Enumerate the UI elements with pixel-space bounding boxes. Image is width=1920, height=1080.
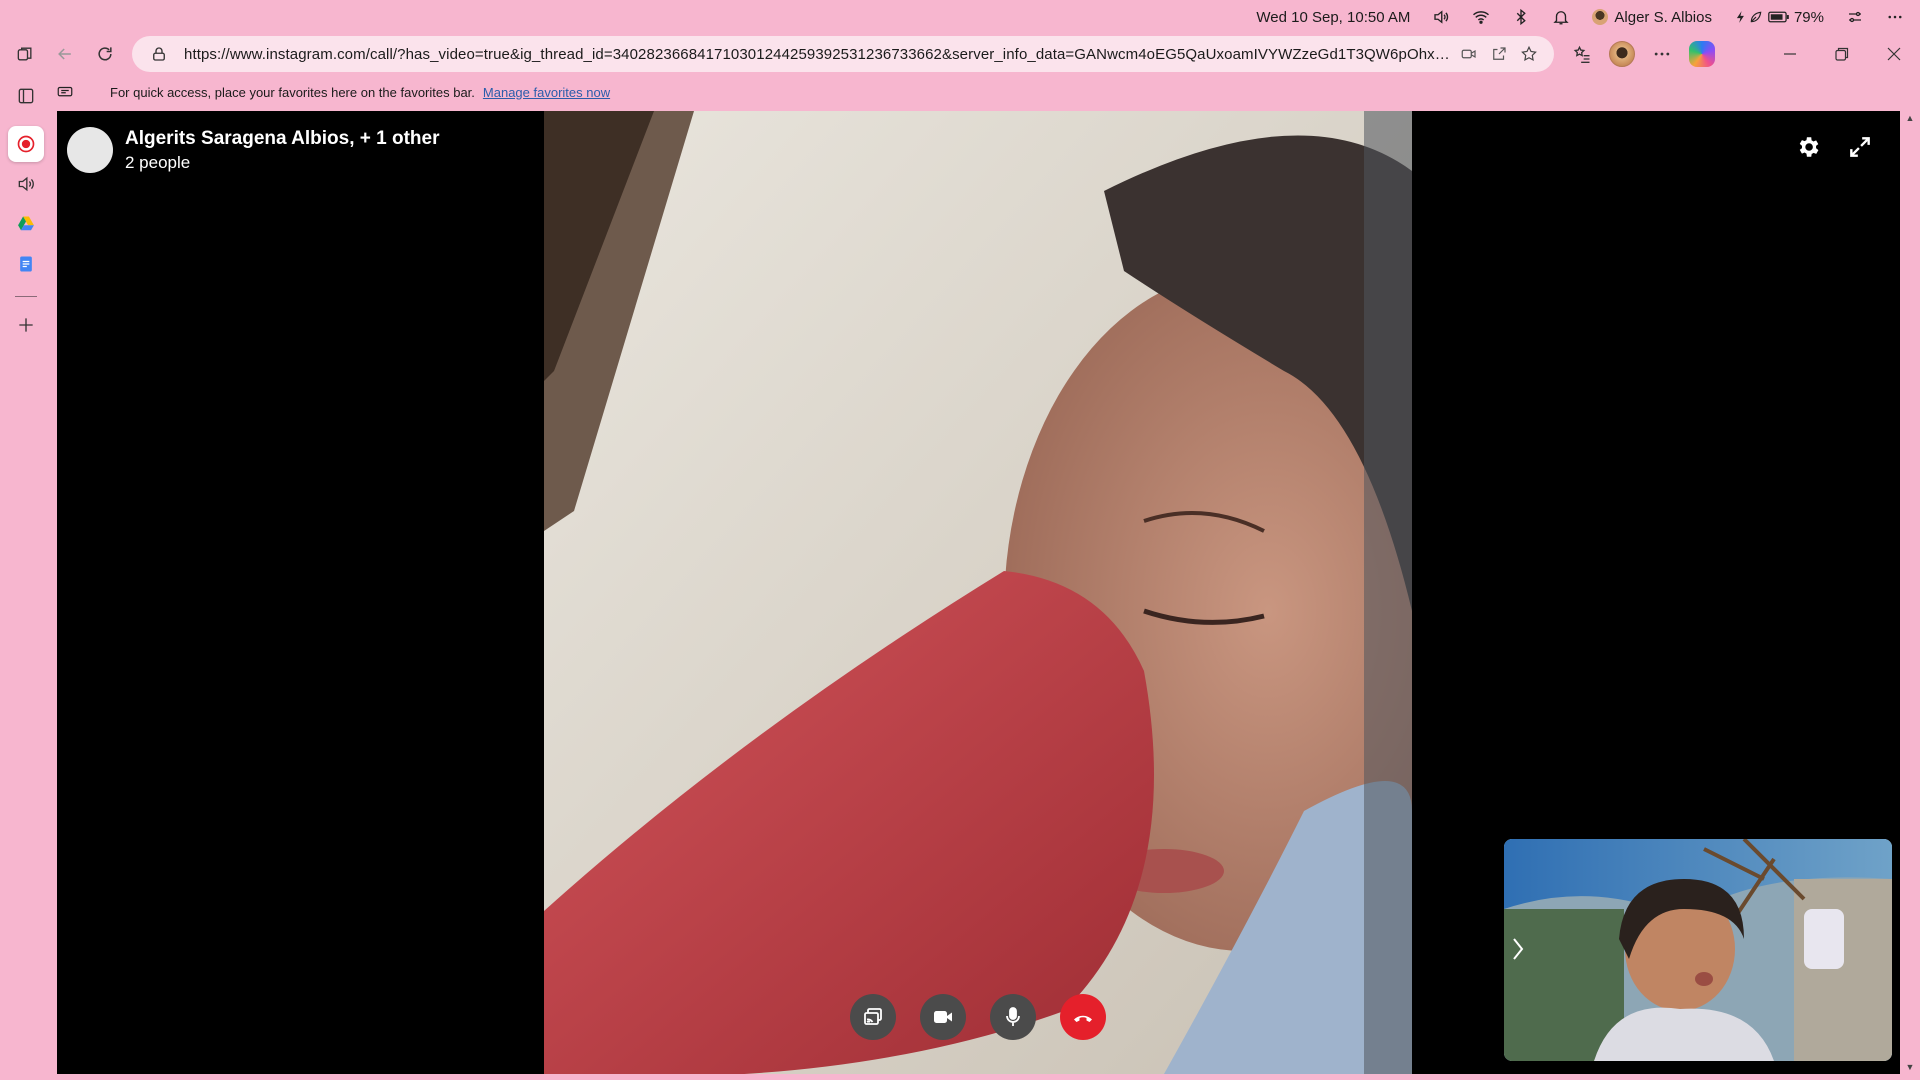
group-avatar [67, 127, 113, 173]
workspaces-icon[interactable] [7, 36, 43, 72]
page-scrollbar[interactable]: ▲ ▼ [1903, 111, 1917, 1074]
user-avatar [1592, 9, 1609, 25]
fullscreen-button[interactable] [1840, 127, 1880, 167]
datetime[interactable]: Wed 10 Sep, 10:50 AM [1256, 9, 1410, 26]
profile-avatar [1609, 41, 1635, 67]
sidebar-divider [15, 296, 37, 297]
scroll-up-arrow[interactable]: ▲ [1903, 111, 1917, 125]
call-settings-button[interactable] [1788, 127, 1828, 167]
sidebar-toggle-icon[interactable] [8, 78, 44, 114]
favorites-bar-message: For quick access, place your favorites h… [110, 84, 475, 100]
user-name: Alger S. Albios [1614, 8, 1712, 26]
charging-bolt-icon [1736, 11, 1744, 23]
battery-icon [1768, 11, 1789, 23]
scroll-down-arrow[interactable]: ▼ [1903, 1060, 1917, 1074]
self-video-frame [1504, 839, 1892, 1061]
camera-toggle-button[interactable] [920, 994, 966, 1040]
favorites-list-icon[interactable] [1562, 36, 1602, 72]
google-docs-icon [20, 256, 32, 272]
user-account[interactable]: Alger S. Albios [1592, 9, 1712, 26]
sidebar-item-docs[interactable] [8, 246, 44, 282]
video-camera-icon [934, 1011, 952, 1023]
profile-button[interactable] [1602, 36, 1642, 72]
browser-toolbar: https://www.instagram.com/call/?has_vide… [0, 34, 1920, 74]
system-status-bar: Wed 10 Sep, 10:50 AM Alger S. Albios 79% [0, 0, 1920, 34]
address-bar[interactable]: https://www.instagram.com/call/?has_vide… [132, 36, 1554, 72]
plus-icon [19, 318, 33, 332]
open-in-app-icon[interactable] [1484, 39, 1514, 69]
record-icon [17, 135, 35, 153]
call-title: Algerits Saragena Albios, + 1 other [125, 127, 440, 149]
favorites-bar: For quick access, place your favorites h… [56, 78, 610, 106]
share-screen-button[interactable] [850, 994, 896, 1040]
participant-count: 2 people [125, 152, 191, 172]
copilot-icon[interactable] [1682, 36, 1722, 72]
favorite-star-icon[interactable] [1514, 39, 1544, 69]
expand-icon [1850, 137, 1870, 157]
sidebar-add-button[interactable] [8, 307, 44, 343]
end-call-button[interactable] [1060, 994, 1106, 1040]
lock-icon[interactable] [144, 39, 174, 69]
more-options-icon[interactable] [1886, 8, 1904, 26]
gear-icon [1799, 137, 1819, 157]
favorites-bar-icon [56, 82, 76, 102]
browser-sidebar [0, 78, 52, 1078]
restore-button[interactable] [1816, 34, 1868, 74]
datetime-text: Wed 10 Sep, 10:50 AM [1256, 8, 1411, 26]
google-drive-icon [18, 216, 34, 231]
close-window-button[interactable] [1868, 34, 1920, 74]
wifi-icon[interactable] [1472, 8, 1490, 26]
remote-video-feed [544, 111, 1412, 1074]
call-controls [850, 994, 1106, 1040]
battery-status[interactable]: 79% [1734, 8, 1824, 26]
microphone-icon [1006, 1007, 1020, 1026]
sidebar-item-drive[interactable] [8, 206, 44, 242]
minimize-button[interactable] [1764, 34, 1816, 74]
leaf-icon [1750, 11, 1762, 23]
battery-percent: 79% [1793, 8, 1824, 26]
notification-bell-icon[interactable] [1552, 8, 1570, 26]
settings-and-more-icon[interactable] [1642, 36, 1682, 72]
self-video-preview[interactable] [1504, 839, 1892, 1061]
remote-video-frame [544, 111, 1412, 1074]
video-call-area: Algerits Saragena Albios, + 1 other 2 pe… [57, 111, 1900, 1074]
volume-icon[interactable] [1432, 8, 1450, 26]
manage-favorites-link[interactable]: Manage favorites now [483, 85, 610, 100]
hang-up-icon [1074, 1015, 1092, 1022]
screen-share-icon [864, 1008, 882, 1025]
sidebar-item-recorder[interactable] [8, 126, 44, 162]
bluetooth-icon[interactable] [1512, 8, 1530, 26]
refresh-button[interactable] [87, 36, 123, 72]
back-button[interactable] [47, 36, 83, 72]
camera-in-use-icon[interactable] [1454, 39, 1484, 69]
copilot-logo [1689, 41, 1715, 67]
url-text[interactable]: https://www.instagram.com/call/?has_vide… [184, 46, 1454, 63]
microphone-toggle-button[interactable] [990, 994, 1036, 1040]
call-header: Algerits Saragena Albios, + 1 other 2 pe… [67, 127, 439, 173]
sidebar-item-audio[interactable] [8, 166, 44, 202]
speaker-icon [18, 176, 34, 192]
quick-settings-icon[interactable] [1846, 8, 1864, 26]
